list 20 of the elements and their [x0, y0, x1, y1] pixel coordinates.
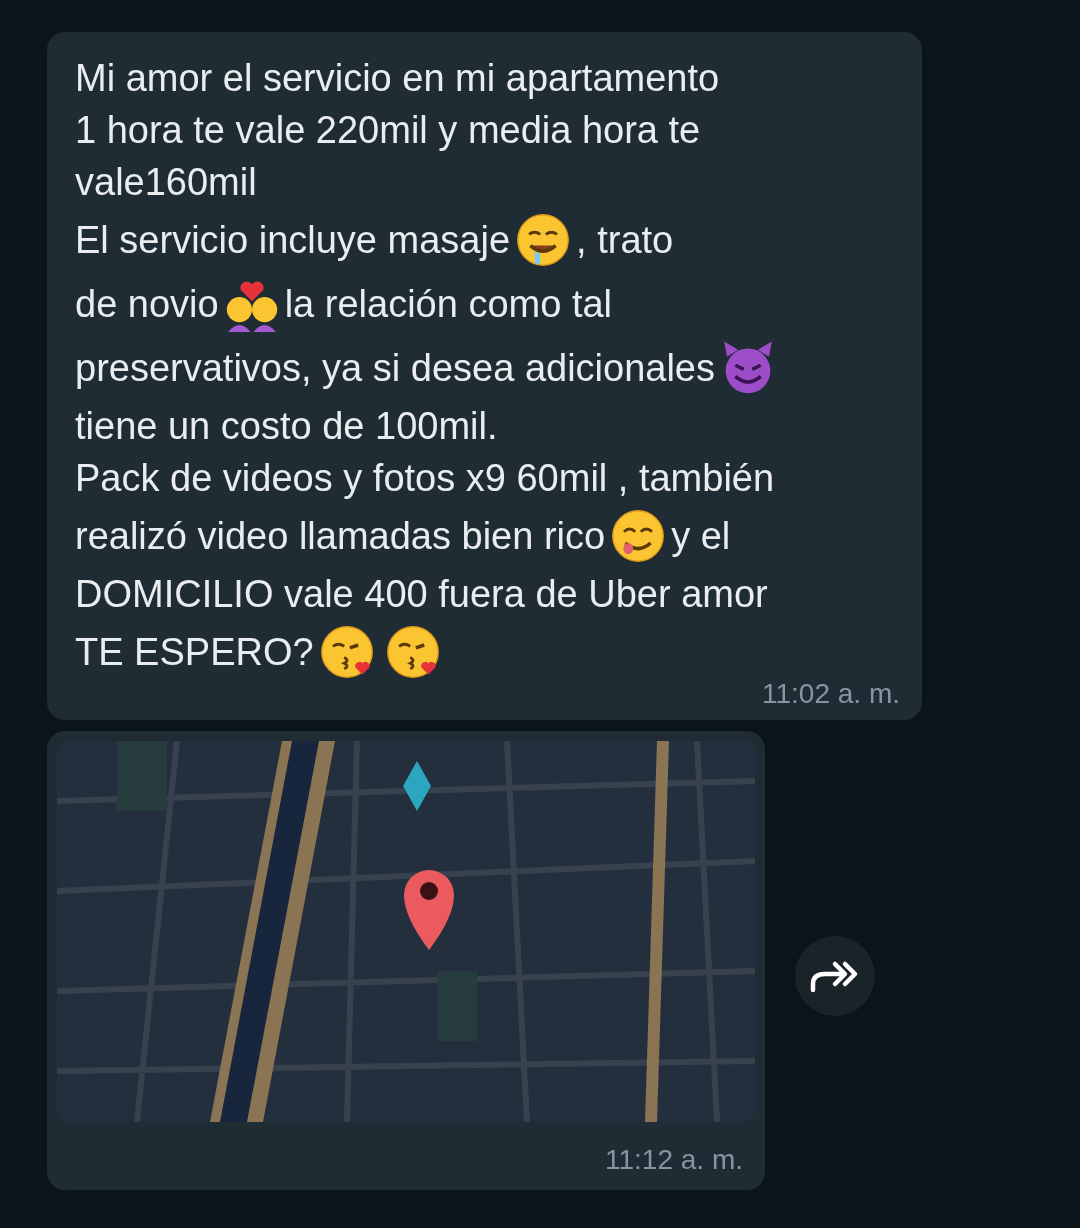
- kissing-face-icon: [318, 624, 375, 680]
- message-text: de novio: [75, 282, 219, 326]
- message-text: preservativos, ya si desea adicionales: [75, 346, 715, 390]
- message-text: tiene un costo de 100mil.: [75, 404, 498, 448]
- message-text: 1 hora te vale 220mil y media hora te: [75, 108, 701, 152]
- message-text: realizó video llamadas bien rico: [75, 514, 606, 558]
- smiling-face-icon: [610, 508, 667, 564]
- message-text: DOMICILIO vale 400 fuera de Uber amor: [75, 572, 768, 616]
- message-text: TE ESPERO?: [75, 630, 314, 674]
- drooling-face-icon: [515, 212, 572, 268]
- message-text: , trato: [576, 218, 674, 262]
- message-text: El servicio incluye masaje: [75, 218, 511, 262]
- message-text: Pack de videos y fotos x9 60mil , también: [75, 456, 775, 500]
- message-time: 11:12 a. m.: [605, 1144, 743, 1176]
- message-text: y el: [671, 514, 731, 558]
- message-text: Mi amor el servicio en mi apartamento: [75, 56, 720, 100]
- message-text: la relación como tal: [284, 282, 613, 326]
- kissing-face-icon: [384, 624, 441, 680]
- message-text: vale160mil: [75, 160, 257, 204]
- message-time: 11:02 a. m.: [762, 678, 900, 710]
